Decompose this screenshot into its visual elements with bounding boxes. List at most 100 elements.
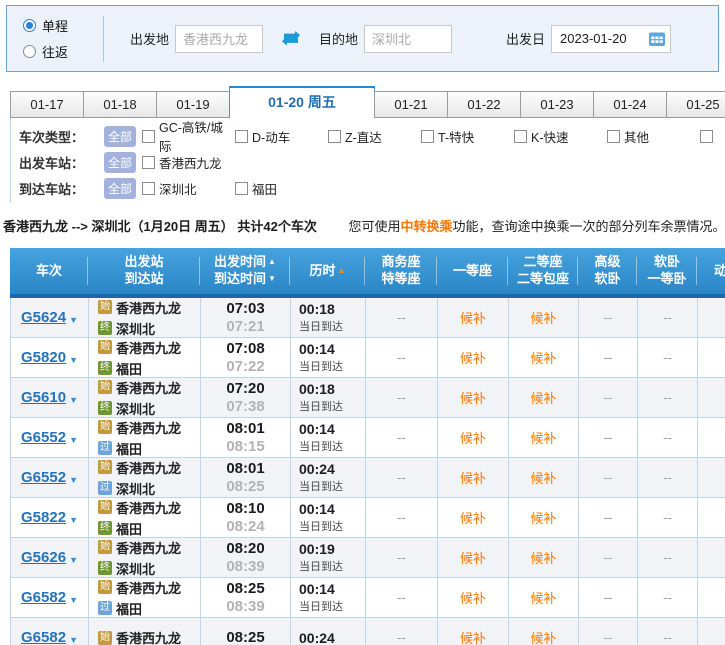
- date-tab-01-22[interactable]: 01-22: [447, 91, 521, 118]
- col-header-times[interactable]: 出发时间▲到达时间▼: [200, 248, 290, 294]
- duration-cell: 00:24当日到达: [291, 458, 366, 497]
- station-name-to: 福田: [116, 519, 142, 538]
- waitlist-link[interactable]: 候补: [530, 628, 556, 645]
- expand-caret-icon[interactable]: ▼: [69, 395, 78, 405]
- filter-row-2: 到达车站：全部深圳北福田: [11, 175, 724, 201]
- sort-arrow-icon[interactable]: ▲: [268, 257, 276, 267]
- trip-type-roundtrip-label: 往返: [42, 42, 68, 61]
- stations-cell: 始香港西九龙终福田: [89, 338, 201, 377]
- filter-option-香港西九龙[interactable]: 香港西九龙: [142, 153, 235, 172]
- filter-option-深圳北[interactable]: 深圳北: [142, 179, 235, 198]
- expand-caret-icon[interactable]: ▼: [69, 595, 78, 605]
- sort-arrow-icon[interactable]: ▼: [268, 274, 276, 284]
- date-tab-01-20[interactable]: 01-20 周五: [229, 86, 375, 118]
- expand-caret-icon[interactable]: ▼: [69, 435, 78, 445]
- date-tab-01-24[interactable]: 01-24: [593, 91, 667, 118]
- expand-caret-icon[interactable]: ▼: [69, 475, 78, 485]
- waitlist-link[interactable]: 候补: [530, 388, 556, 407]
- waitlist-link[interactable]: 候补: [530, 308, 556, 327]
- expand-caret-icon[interactable]: ▼: [69, 555, 78, 565]
- waitlist-link[interactable]: 候补: [460, 428, 486, 447]
- waitlist-link[interactable]: 候补: [460, 508, 486, 527]
- waitlist-link[interactable]: 候补: [530, 588, 556, 607]
- date-tab-01-21[interactable]: 01-21: [374, 91, 448, 118]
- swap-stations-button[interactable]: [278, 28, 304, 49]
- waitlist-link[interactable]: 候补: [460, 308, 486, 327]
- filter-all-badge[interactable]: 全部: [104, 178, 136, 199]
- date-tab-01-17[interactable]: 01-17: [10, 91, 84, 118]
- calendar-icon[interactable]: [648, 31, 666, 47]
- sort-arrow-icon[interactable]: ▲: [338, 266, 346, 276]
- train-number-link[interactable]: G6582: [21, 629, 66, 645]
- seat-cell: 候补: [509, 338, 579, 377]
- filter-option-其他[interactable]: 其他: [607, 127, 700, 146]
- expand-caret-icon[interactable]: ▼: [69, 635, 78, 645]
- col-header-duration[interactable]: 历时▲: [290, 248, 365, 294]
- from-station-input[interactable]: [175, 25, 263, 53]
- waitlist-link[interactable]: 候补: [530, 428, 556, 447]
- filter-all-badge[interactable]: 全部: [104, 126, 136, 147]
- station-badge-from: 始: [98, 631, 112, 645]
- trip-type-roundtrip[interactable]: 往返: [23, 42, 85, 61]
- waitlist-link[interactable]: 候补: [460, 628, 486, 645]
- station-name-to: 深圳北: [116, 559, 155, 578]
- expand-caret-icon[interactable]: ▼: [69, 515, 78, 525]
- trip-type-oneway[interactable]: 单程: [23, 16, 85, 35]
- times-cell: 08:0108:25: [201, 458, 291, 497]
- train-cell: G5626▼: [11, 538, 89, 577]
- arrive-note: 当日到达: [299, 478, 365, 494]
- expand-caret-icon[interactable]: ▼: [69, 315, 78, 325]
- waitlist-link[interactable]: 候补: [460, 388, 486, 407]
- train-number-link[interactable]: G6582: [21, 589, 66, 606]
- station-name-to: 福田: [116, 599, 142, 618]
- date-tab-01-23[interactable]: 01-23: [520, 91, 594, 118]
- train-cell: G6552▼: [11, 418, 89, 457]
- filter-option-label: 香港西九龙: [159, 153, 222, 172]
- waitlist-link[interactable]: 候补: [460, 348, 486, 367]
- waitlist-link[interactable]: 候补: [530, 468, 556, 487]
- filter-option-Z-直达[interactable]: Z-直达: [328, 127, 421, 146]
- train-number-link[interactable]: G5624: [21, 309, 66, 326]
- seat-cell: --: [579, 498, 638, 537]
- tip-prefix: 您可使用: [349, 219, 401, 234]
- date-tab-01-19[interactable]: 01-19: [156, 91, 230, 118]
- waitlist-link[interactable]: 候补: [460, 468, 486, 487]
- filter-option-T-特快[interactable]: T-特快: [421, 127, 514, 146]
- train-number-link[interactable]: G6552: [21, 429, 66, 446]
- train-number-link[interactable]: G5610: [21, 389, 66, 406]
- date-tab-01-18[interactable]: 01-18: [83, 91, 157, 118]
- filter-option-GC-高铁/城际[interactable]: GC-高铁/城际: [142, 118, 235, 155]
- filter-option-K-快速[interactable]: K-快速: [514, 127, 607, 146]
- stations-cell: 始香港西九龙终深圳北: [89, 298, 201, 337]
- seat-cell: 候补: [438, 418, 509, 457]
- checkbox-icon: [142, 130, 155, 143]
- seat-cell: --: [579, 618, 638, 645]
- waitlist-link[interactable]: 候补: [530, 548, 556, 567]
- trip-type-oneway-label: 单程: [42, 16, 68, 35]
- arrive-note: 当日到达: [299, 398, 365, 414]
- station-badge-from: 始: [98, 380, 112, 394]
- duration-cell: 00:24: [291, 618, 366, 645]
- filter-option-福田[interactable]: 福田: [235, 179, 328, 198]
- train-number-link[interactable]: G5626: [21, 549, 66, 566]
- seat-cell: [698, 578, 725, 617]
- transfer-link[interactable]: 中转换乘: [401, 219, 453, 234]
- train-number-link[interactable]: G6552: [21, 469, 66, 486]
- filter-option-clipped[interactable]: [700, 130, 724, 143]
- to-station-input[interactable]: [364, 25, 452, 53]
- waitlist-link[interactable]: 候补: [460, 548, 486, 567]
- expand-caret-icon[interactable]: ▼: [69, 355, 78, 365]
- train-number-link[interactable]: G5822: [21, 509, 66, 526]
- waitlist-link[interactable]: 候补: [530, 508, 556, 527]
- train-row-G6582: G6582▼始香港西九龙08:2500:24--候补候补----: [10, 618, 725, 645]
- station-badge-from: 始: [98, 340, 112, 354]
- date-tab-01-25[interactable]: 01-25: [666, 91, 725, 118]
- arrive-time: 08:24: [226, 518, 264, 535]
- waitlist-link[interactable]: 候补: [530, 348, 556, 367]
- filter-all-badge[interactable]: 全部: [104, 152, 136, 173]
- train-row-G6552: G6552▼始香港西九龙过深圳北08:0108:2500:24当日到达--候补候…: [10, 458, 725, 498]
- waitlist-link[interactable]: 候补: [460, 588, 486, 607]
- col-header-premium-soft-sleeper: 高级软卧: [578, 248, 637, 294]
- filter-option-D-动车[interactable]: D-动车: [235, 127, 328, 146]
- train-number-link[interactable]: G5820: [21, 349, 66, 366]
